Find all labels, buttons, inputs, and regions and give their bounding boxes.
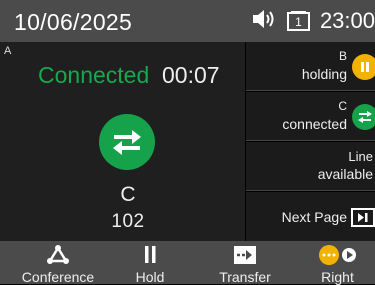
right-label: Right — [321, 269, 354, 285]
conference-label: Conference — [21, 269, 95, 285]
transfer-icon — [233, 244, 257, 271]
line-key-b[interactable]: B holding — [246, 42, 375, 91]
next-page-icon — [351, 206, 375, 233]
more-dots-icon — [317, 244, 359, 271]
hold-label: Hold — [135, 269, 165, 285]
right-softkey[interactable]: Right — [300, 241, 375, 285]
next-page-label: Next Page — [281, 209, 347, 225]
line-one-number: 1 — [295, 15, 302, 29]
speaker-volume-icon — [252, 8, 278, 35]
call-status: Connected — [38, 62, 150, 88]
line-one-icon: 1 — [286, 10, 312, 32]
transfer-label: Transfer — [219, 269, 271, 285]
call-transfer-arrows-icon — [99, 114, 155, 170]
call-transfer-arrows-icon — [352, 104, 375, 130]
conference-icon — [46, 244, 70, 271]
line-key-letter: B — [338, 49, 347, 63]
status-indicators: 1 23:00 — [252, 8, 375, 35]
hold-softkey[interactable]: Hold — [118, 241, 182, 285]
softkey-bar: Conference Hold Transfer Right — [0, 241, 375, 285]
line-key-status: available — [317, 166, 373, 182]
active-call-panel: A Connected 00:07 C 102 — [0, 42, 245, 241]
transfer-softkey[interactable]: Transfer — [205, 241, 285, 285]
line-key-letter: C — [338, 99, 347, 113]
caller-name: C — [120, 183, 136, 206]
pause-icon — [352, 54, 375, 80]
active-line-letter: A — [4, 45, 12, 57]
line-key-available[interactable]: Line available — [246, 142, 375, 191]
line-keys-panel: B holding C connected Line available Nex… — [246, 42, 375, 241]
status-bar: 10/06/2025 1 23:00 — [0, 0, 375, 42]
line-key-label: Line — [348, 149, 373, 164]
call-timer: 00:07 — [162, 62, 220, 88]
line-key-status: holding — [301, 66, 347, 82]
line-key-c[interactable]: C connected — [246, 92, 375, 141]
line-key-status: connected — [282, 116, 347, 132]
pause-icon — [142, 244, 158, 271]
caller-number: 102 — [111, 211, 145, 232]
next-page-key[interactable]: Next Page — [246, 192, 375, 241]
status-date: 10/06/2025 — [14, 9, 133, 35]
status-time: 23:00 — [319, 8, 375, 33]
conference-softkey[interactable]: Conference — [8, 241, 108, 285]
